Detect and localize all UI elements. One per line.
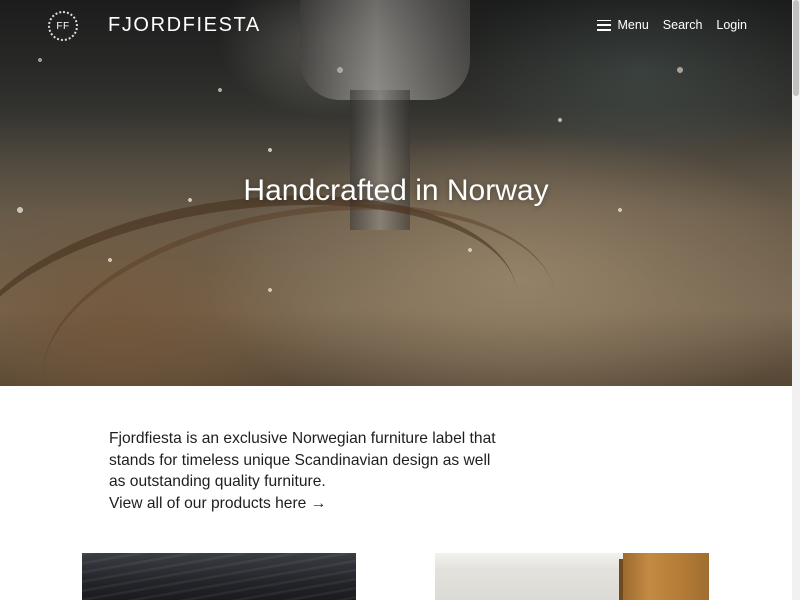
interior-wood-panel bbox=[623, 553, 709, 600]
menu-button[interactable]: Menu bbox=[596, 18, 649, 32]
brand-logo[interactable]: FJORDFIESTA bbox=[108, 14, 261, 37]
login-link[interactable]: Login bbox=[716, 18, 747, 32]
search-link[interactable]: Search bbox=[663, 18, 703, 32]
intro-section: Fjordfiesta is an exclusive Norwegian fu… bbox=[109, 428, 509, 514]
scrollbar-thumb[interactable] bbox=[793, 0, 799, 96]
product-image-dark[interactable] bbox=[82, 553, 356, 600]
logo-initials: FF bbox=[56, 20, 70, 32]
top-nav: Menu Search Login bbox=[596, 18, 747, 32]
logo-badge-icon[interactable]: FF bbox=[48, 11, 78, 41]
hamburger-icon bbox=[596, 19, 611, 31]
menu-label: Menu bbox=[617, 18, 649, 32]
view-products-link[interactable]: View all of our products here → bbox=[109, 495, 326, 512]
intro-text: Fjordfiesta is an exclusive Norwegian fu… bbox=[109, 430, 496, 490]
page-scrollbar[interactable] bbox=[792, 0, 800, 600]
hero-title: Handcrafted in Norway bbox=[243, 174, 549, 207]
product-image-interior[interactable] bbox=[435, 553, 709, 600]
